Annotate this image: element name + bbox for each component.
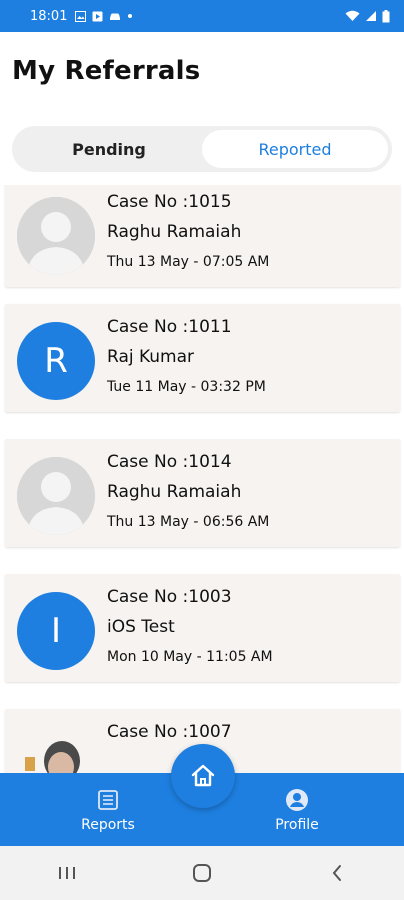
recent-apps-button[interactable]	[37, 853, 97, 893]
reports-icon	[97, 787, 119, 813]
system-home-icon	[192, 864, 211, 882]
referral-date: Mon 10 May - 11:05 AM	[107, 649, 273, 665]
home-icon	[191, 764, 215, 787]
referral-date: Thu 13 May - 06:56 AM	[107, 514, 270, 530]
default-user-icon	[17, 457, 95, 535]
video-icon	[92, 11, 103, 21]
screen: 18:01 My Referrals Pending Reported Case…	[0, 0, 404, 900]
system-home-button[interactable]	[172, 853, 232, 893]
nav-reports-label: Reports	[81, 816, 135, 833]
nav-reports[interactable]: Reports	[48, 773, 168, 846]
referral-card[interactable]: R Case No :1011 Raj Kumar Tue 11 May - 0…	[5, 304, 400, 412]
tab-reported[interactable]: Reported	[202, 130, 388, 168]
home-button[interactable]	[171, 744, 235, 808]
status-notification-icons	[75, 10, 133, 22]
referral-date: Tue 11 May - 03:32 PM	[107, 379, 266, 395]
avatar: I	[17, 592, 95, 670]
status-bar: 18:01	[0, 0, 404, 32]
case-number: Case No :1015	[107, 192, 232, 212]
case-number: Case No :1011	[107, 317, 232, 337]
status-system-icons	[345, 9, 390, 23]
wifi-icon	[345, 10, 360, 21]
battery-icon	[382, 9, 390, 22]
default-user-icon	[17, 197, 95, 275]
tab-pending[interactable]: Pending	[16, 130, 202, 168]
back-button[interactable]	[307, 853, 367, 893]
case-number: Case No :1007	[107, 722, 232, 742]
patient-name: Raghu Ramaiah	[107, 222, 242, 242]
patient-name: Raj Kumar	[107, 347, 195, 367]
avatar-photo	[17, 727, 95, 775]
referral-list[interactable]: Case No :1015 Raghu Ramaiah Thu 13 May -…	[0, 185, 404, 775]
back-icon	[332, 865, 341, 881]
case-number: Case No :1014	[107, 452, 232, 472]
avatar	[17, 457, 95, 535]
referral-card[interactable]: I Case No :1003 iOS Test Mon 10 May - 11…	[5, 574, 400, 682]
nav-profile[interactable]: Profile	[237, 773, 357, 846]
system-navigation-bar	[0, 846, 404, 900]
status-time: 18:01	[30, 8, 68, 24]
signal-icon	[366, 11, 376, 21]
page-title: My Referrals	[12, 56, 201, 86]
referral-date: Thu 13 May - 07:05 AM	[107, 254, 270, 270]
car-icon	[110, 13, 121, 20]
gallery-icon	[75, 10, 87, 22]
patient-name: iOS Test	[107, 617, 175, 637]
dot-icon	[128, 14, 133, 18]
case-number: Case No :1003	[107, 587, 232, 607]
referral-card[interactable]: Case No :1015 Raghu Ramaiah Thu 13 May -…	[5, 185, 400, 287]
recent-apps-icon	[59, 867, 76, 879]
referral-card[interactable]: Case No :1014 Raghu Ramaiah Thu 13 May -…	[5, 439, 400, 547]
avatar	[17, 197, 95, 275]
avatar: R	[17, 322, 95, 400]
nav-profile-label: Profile	[275, 816, 319, 833]
user-photo-icon	[17, 727, 95, 775]
patient-name: Raghu Ramaiah	[107, 482, 242, 502]
profile-icon	[285, 787, 309, 813]
referral-status-tabs: Pending Reported	[12, 126, 392, 172]
